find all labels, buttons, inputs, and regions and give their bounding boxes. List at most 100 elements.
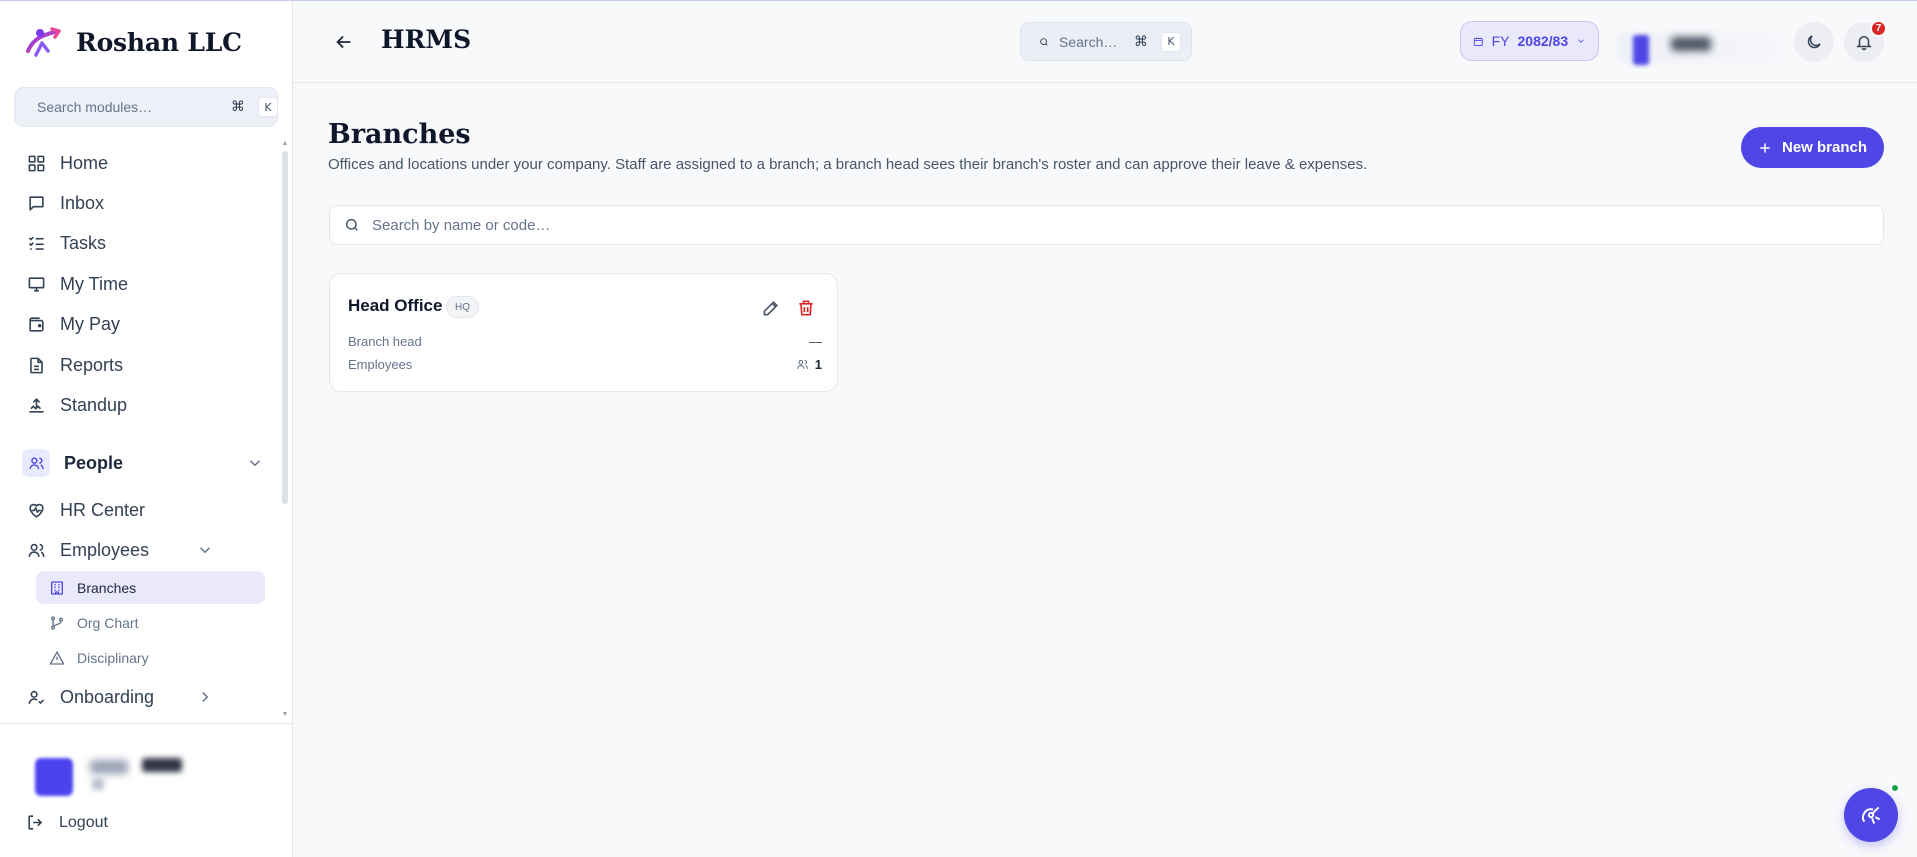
kbd-k: K [1161,31,1181,52]
page-title: Branches [328,119,471,150]
notifications-button[interactable]: 7 [1844,20,1887,62]
kbd-cmd: ⌘ [231,99,245,115]
nav-item-my-time[interactable]: My Time [14,266,276,302]
heart-pulse-icon [28,503,44,518]
logout-icon [28,815,43,830]
assistant-icon [1861,806,1881,825]
employees-row: Employees 1 [348,357,822,372]
nav-item-my-pay[interactable]: My Pay [14,306,276,342]
employees-count: 1 [796,357,822,372]
search-icon [1040,37,1048,46]
sidebar-footer: Logout [0,723,292,857]
scroll-down-arrow[interactable]: ▼ [281,711,289,719]
branch-head-row: Branch head — [348,334,822,349]
users-icon [28,456,44,469]
sub-label: Branches [77,579,137,596]
calendar-icon [1473,37,1483,46]
building-icon [51,580,63,595]
nav-item-standup[interactable]: Standup [14,387,276,423]
users-icon [28,543,44,557]
assistant-fab-button[interactable] [1844,788,1898,842]
nav-item-hr-center[interactable]: HR Center [14,492,276,528]
sub-item-disciplinary[interactable]: Disciplinary [36,641,265,674]
nav-label: My Time [60,273,129,294]
monitor-icon [28,276,44,292]
kbd-cmd: ⌘ [1134,33,1148,50]
new-branch-label: New branch [1781,139,1868,156]
nav-label: Tasks [60,232,107,253]
sub-label: Disciplinary [77,649,149,666]
scroll-up-arrow[interactable]: ▲ [281,140,289,148]
user-role-redacted [142,758,182,772]
branch-name: Head Office [348,296,443,315]
nav-item-onboarding[interactable]: Onboarding [14,679,226,715]
chevron-down-icon [199,547,211,554]
moon-icon [1807,35,1821,49]
edit-icon[interactable] [761,298,781,318]
employees-value: 1 [814,357,822,372]
user-check-icon [28,690,44,704]
online-status-dot [1890,783,1900,793]
sub-label: Org Chart [77,614,139,631]
nav-item-employees[interactable]: Employees [14,532,226,568]
nav-item-reports[interactable]: Reports [14,347,276,383]
page-description: Offices and locations under your company… [328,156,1368,173]
warning-icon [49,650,65,665]
nav-label: Home [60,152,109,173]
branch-search[interactable] [329,205,1884,245]
topbar: HRMS ⌘ K FY 2082/83 7 [293,1,1917,83]
user-name-redacted [1671,37,1711,51]
sidebar-scrollbar-thumb[interactable] [282,151,288,504]
chevron-down-icon [249,460,261,467]
app-title: HRMS [381,25,472,54]
new-branch-button[interactable]: New branch [1741,127,1884,168]
fiscal-year-selector[interactable]: FY 2082/83 [1460,21,1599,61]
theme-toggle-button[interactable] [1794,22,1834,62]
chevron-right-icon [202,691,209,703]
nav-section-people[interactable]: People [14,445,276,481]
branch-code-badge: HQ [446,296,479,318]
nav-label: HR Center [60,499,146,520]
chevron-down-icon [1578,39,1584,43]
plus-icon [1760,142,1770,153]
branch-search-input[interactable] [372,216,1869,234]
kbd-k: K [258,97,278,117]
user-name-redacted [90,760,128,774]
notification-badge: 7 [1870,20,1887,37]
back-arrow-icon[interactable] [333,31,355,53]
module-search[interactable]: ⌘ K [14,87,278,127]
nav-label: Employees [60,539,150,560]
bell-icon [1856,36,1872,51]
nav-label: People [64,452,124,473]
trash-icon[interactable] [796,298,816,318]
sub-item-org-chart[interactable]: Org Chart [36,606,265,639]
search-icon [345,218,358,231]
branch-card[interactable]: Head Office HQ Branch head — Employees 1 [329,273,838,392]
nav-label: Onboarding [60,686,155,707]
nav-item-home[interactable]: Home [14,145,276,181]
fy-value: 2082/83 [1517,33,1569,49]
global-search[interactable]: ⌘ K [1020,22,1192,61]
tasks-icon [28,236,44,250]
users-icon [796,359,808,369]
nav-label: My Pay [60,313,121,334]
nav-label: Inbox [60,192,105,213]
brand-name: Roshan LLC [76,27,242,57]
branch-head-label: Branch head [348,334,422,349]
user-meta-redacted [92,778,104,790]
module-search-input[interactable] [37,99,218,115]
report-icon [29,357,43,373]
avatar[interactable] [35,758,73,796]
inbox-icon [28,195,44,211]
org-chart-icon [51,615,63,630]
standup-icon [28,397,44,413]
branch-head-value: — [809,334,822,349]
logout-button[interactable]: Logout [26,813,108,832]
global-search-input[interactable] [1059,33,1121,50]
nav-item-inbox[interactable]: Inbox [14,185,276,221]
wallet-icon [28,316,44,332]
nav-item-tasks[interactable]: Tasks [14,225,276,261]
brand[interactable]: Roshan LLC [24,25,242,59]
sub-item-branches[interactable]: Branches [36,571,265,604]
nav-label: Reports [60,354,124,375]
